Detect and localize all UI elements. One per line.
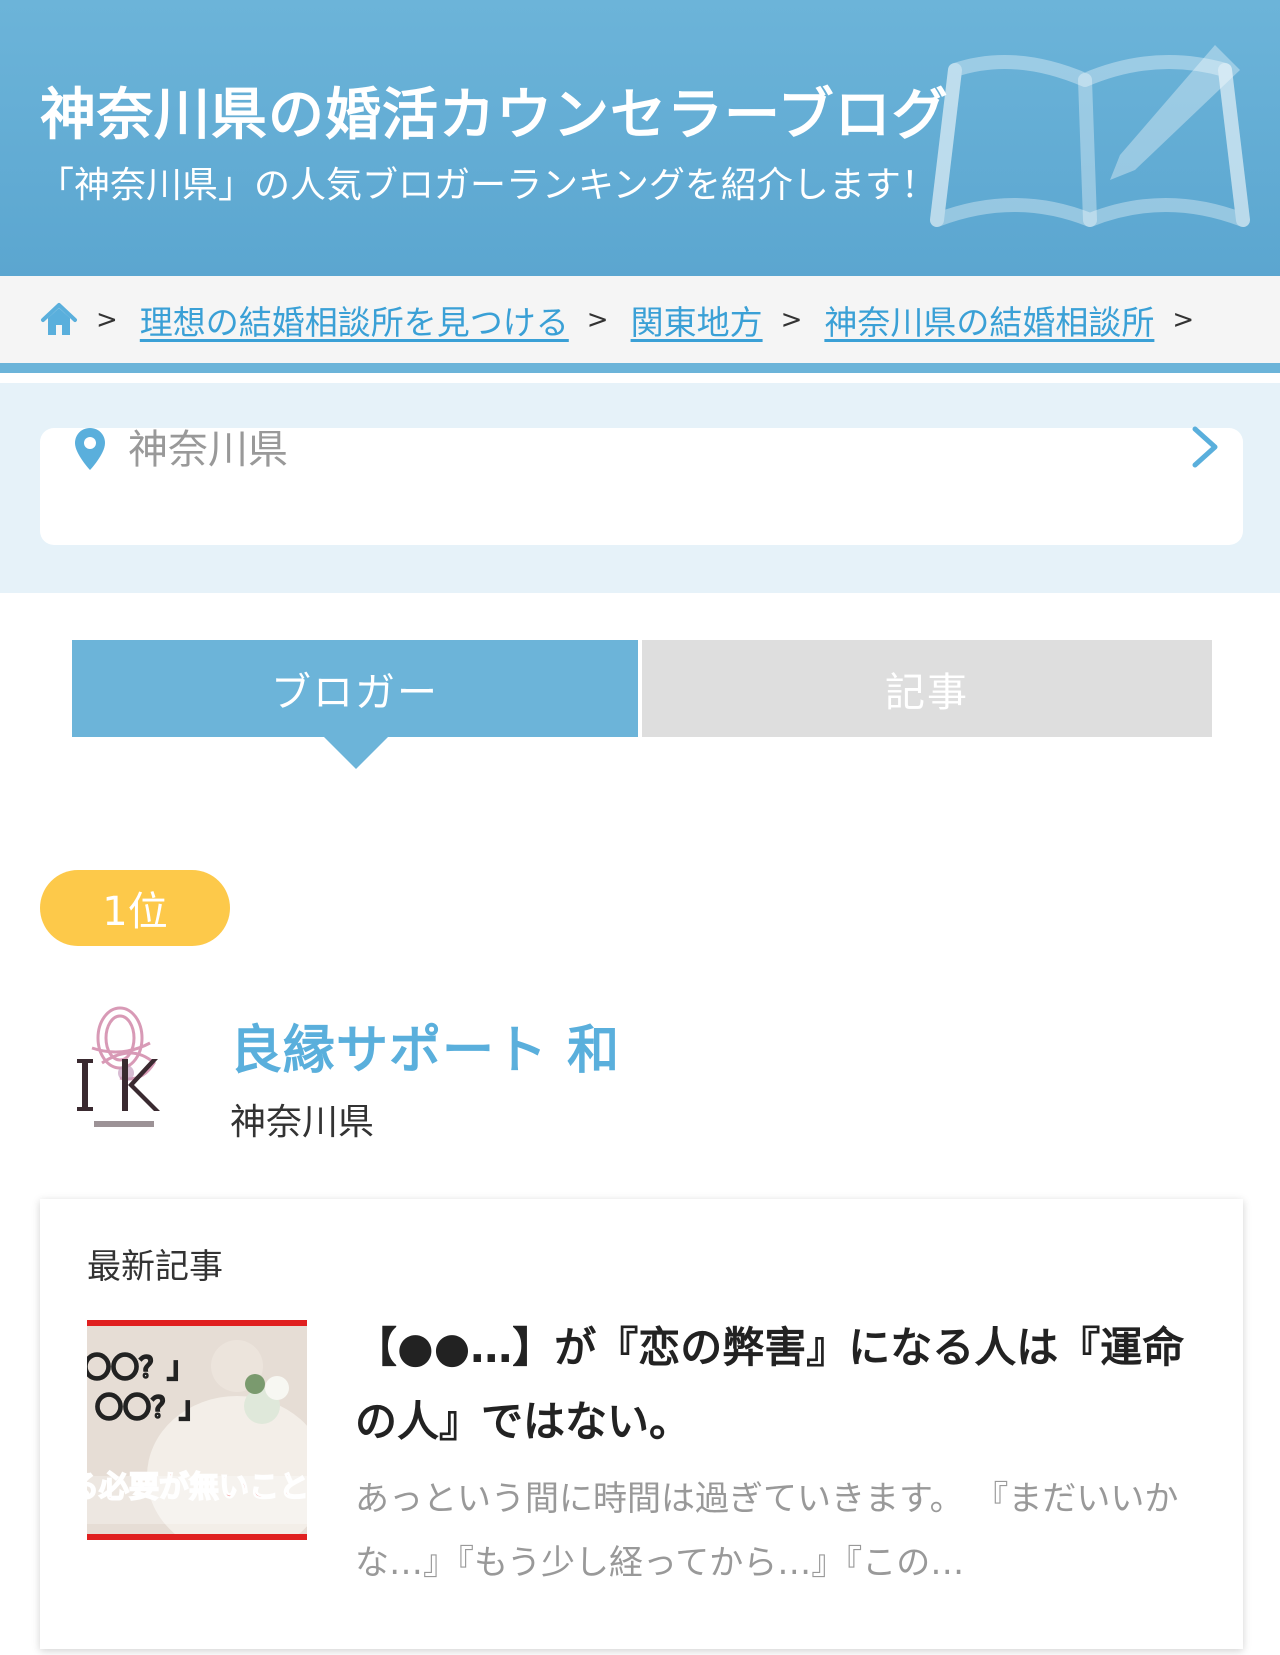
breadcrumb-separator: >: [96, 304, 118, 335]
tab-article[interactable]: 記事: [642, 640, 1212, 737]
agency-name-link[interactable]: 良縁サポート 和: [230, 1008, 620, 1083]
agency-logo[interactable]: [72, 1003, 172, 1141]
breadcrumb-separator: >: [780, 304, 803, 335]
agency-location: 神奈川県: [230, 1102, 375, 1143]
site-header: 神奈川県の婚活カウンセラーブログ 「神奈川県」の人気ブロガーランキングを紹介しま…: [0, 0, 1280, 276]
latest-article-card[interactable]: 最新記事 〇〇？」 〇〇？」 る必要が無いこと 【●●…】が『恋の弊害』になる人…: [40, 1199, 1243, 1649]
breadcrumb-link-find-agency[interactable]: 理想の結婚相談所を見つける: [140, 296, 569, 344]
tab-blogger[interactable]: ブロガー: [72, 640, 638, 737]
thumbnail-caption-2: 〇〇？」: [94, 1390, 208, 1425]
location-section: 神奈川県: [0, 383, 1280, 593]
book-pen-icon: [930, 45, 1250, 227]
location-pin-icon: [75, 428, 105, 470]
thumbnail-caption-1: 〇〇？」: [87, 1350, 196, 1385]
article-title[interactable]: 【●●…】が『恋の弊害』になる人は『運命の人』ではない。: [355, 1311, 1200, 1459]
breadcrumb-link-kanto[interactable]: 関東地方: [631, 296, 763, 344]
article-excerpt: あっという間に時間は過ぎていきます。 『まだいいかな…』『もう少し経ってから…』…: [355, 1479, 1179, 1583]
rank-badge: 1位: [40, 870, 230, 946]
page-subtitle: 「神奈川県」の人気ブロガーランキングを紹介します！: [38, 165, 937, 206]
breadcrumb-link-kanagawa-agencies[interactable]: 神奈川県の結婚相談所: [824, 296, 1154, 344]
home-icon[interactable]: [40, 301, 78, 339]
breadcrumb-separator: >: [1172, 304, 1195, 335]
article-thumbnail[interactable]: 〇〇？」 〇〇？」 る必要が無いこと: [87, 1320, 307, 1540]
page-title: 神奈川県の婚活カウンセラーブログ: [40, 82, 949, 148]
latest-article-label: 最新記事: [87, 1247, 223, 1287]
location-value: 神奈川県: [128, 427, 288, 473]
chevron-right-icon[interactable]: [1190, 425, 1220, 469]
active-tab-indicator: [324, 737, 388, 769]
thumbnail-caption-3: る必要が無いこと: [87, 1469, 307, 1506]
breadcrumb-separator: >: [586, 304, 609, 335]
breadcrumb: > 理想の結婚相談所を見つける > 関東地方 > 神奈川県の結婚相談所 >: [0, 276, 1280, 373]
